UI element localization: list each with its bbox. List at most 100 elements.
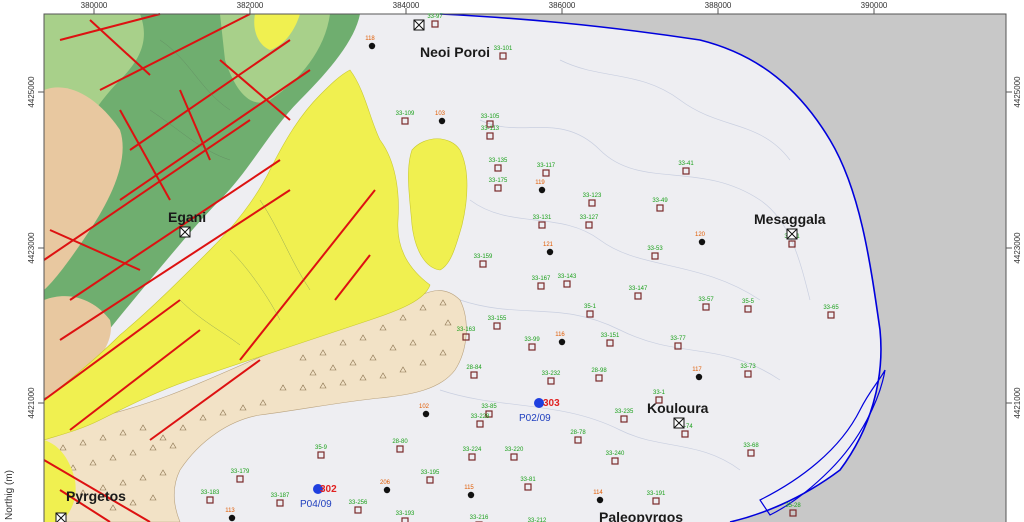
- well-label: 33-220: [505, 447, 524, 453]
- well-label: 33-147: [629, 286, 648, 292]
- borehole-marker[interactable]: [422, 410, 430, 418]
- well-label: 33-85: [481, 404, 497, 410]
- well-label: 33-195: [421, 470, 440, 476]
- y-axis-title: Northig (m): [4, 470, 15, 520]
- right-tick-label: 4425000: [1013, 76, 1022, 108]
- well-label: 33-131: [533, 215, 552, 221]
- borehole-label: 102: [419, 404, 430, 410]
- well-label: 33-187: [271, 493, 290, 499]
- borehole-label: 206: [380, 480, 391, 486]
- town-label: Paleopyrgos: [599, 509, 683, 522]
- well-label: 33-151: [601, 333, 620, 339]
- borehole-label: 114: [593, 490, 603, 496]
- top-tick-label: 384000: [393, 1, 420, 10]
- borehole-marker[interactable]: [558, 338, 566, 346]
- well-label: 33-155: [488, 316, 507, 322]
- well-label: 33-81: [520, 477, 536, 483]
- well-label: 28-80: [392, 439, 408, 445]
- well-label: 28-98: [591, 368, 607, 374]
- borehole-marker[interactable]: [596, 496, 604, 504]
- well-label: 33-228: [471, 414, 490, 420]
- well-label: 33-97: [427, 14, 443, 20]
- well-label: 33-41: [678, 161, 694, 167]
- town-label: Pyrgetos: [66, 488, 126, 504]
- borehole-marker[interactable]: [695, 373, 703, 381]
- well-label: 33-232: [542, 371, 561, 377]
- well-label: 33-109: [396, 111, 415, 117]
- well-label: 33-68: [743, 443, 759, 449]
- well-label: 33-105: [481, 114, 500, 120]
- borehole-label: 120: [695, 232, 706, 238]
- well-label: 33-65: [823, 305, 839, 311]
- well-label: 33-175: [489, 178, 508, 184]
- well-label: 33-143: [558, 274, 577, 280]
- borehole-marker[interactable]: [228, 514, 236, 522]
- top-tick-label: 386000: [549, 1, 576, 10]
- well-label: 33-117: [537, 163, 556, 169]
- well-label: 33-127: [580, 215, 599, 221]
- borehole-label: 113: [225, 508, 235, 514]
- left-tick-label: 4423000: [27, 232, 36, 264]
- geological-map: 380000 382000 384000 386000 388000 390000 4425…: [0, 0, 1024, 522]
- top-tick-label: 390000: [861, 1, 888, 10]
- well-label: 33-53: [647, 246, 663, 252]
- borehole-label: 117: [692, 367, 702, 373]
- well-label: 35-9: [315, 445, 328, 451]
- well-label: 33-73: [740, 364, 756, 370]
- well-label: 33-57: [698, 297, 714, 303]
- well-label: 33-212: [528, 518, 547, 522]
- borehole-marker[interactable]: [546, 248, 554, 256]
- well-label: 33-224: [463, 447, 482, 453]
- well-label: 33-216: [470, 515, 489, 521]
- well-label: 33-183: [201, 490, 220, 496]
- well-label: 33-49: [652, 198, 668, 204]
- top-tick-label: 388000: [705, 1, 732, 10]
- right-tick-label: 4421000: [1013, 387, 1022, 419]
- well-label: 35-28: [785, 503, 801, 509]
- borehole-marker[interactable]: [438, 117, 446, 125]
- well-label: 33-101: [494, 46, 513, 52]
- town-label: Egani: [168, 209, 206, 225]
- borehole-marker[interactable]: [383, 486, 391, 494]
- left-tick-label: 4425000: [27, 76, 36, 108]
- town-label: Kouloura: [647, 400, 709, 416]
- well-label: 33-159: [474, 254, 493, 260]
- borehole-label: 115: [464, 485, 474, 491]
- well-label: 35-5: [742, 299, 755, 305]
- well-label: 28-84: [466, 365, 482, 371]
- well-label: 33-256: [349, 500, 368, 506]
- borehole-marker[interactable]: [368, 42, 376, 50]
- piezometer-number: 303: [543, 398, 560, 409]
- piezometer-code: P04/09: [300, 499, 332, 510]
- borehole-marker[interactable]: [698, 238, 706, 246]
- well-label: 33-191: [647, 491, 666, 497]
- borehole-marker[interactable]: [538, 186, 546, 194]
- well-label: 33-240: [606, 451, 625, 457]
- left-tick-label: 4421000: [27, 387, 36, 419]
- well-label: 33-1: [653, 390, 666, 396]
- piezometer-number: 302: [320, 484, 337, 495]
- borehole-marker[interactable]: [467, 491, 475, 499]
- top-tick-label: 382000: [237, 1, 264, 10]
- well-label: 33-167: [532, 276, 551, 282]
- well-label: 33-99: [524, 337, 540, 343]
- piezometer-code: P02/09: [519, 413, 551, 424]
- well-label: 28-78: [570, 430, 586, 436]
- borehole-label: 116: [555, 332, 565, 338]
- well-label: 33-113: [481, 126, 500, 132]
- borehole-label: 118: [365, 36, 375, 42]
- well-label: 35-1: [584, 304, 597, 310]
- borehole-label: 121: [543, 242, 554, 248]
- well-label: 33-235: [615, 409, 634, 415]
- right-tick-label: 4423000: [1013, 232, 1022, 264]
- borehole-label: 119: [535, 180, 545, 186]
- top-tick-label: 380000: [81, 1, 108, 10]
- well-label: 33-77: [670, 336, 686, 342]
- well-label: 33-135: [489, 158, 508, 164]
- town-label: Mesaggala: [754, 211, 826, 227]
- well-label: 33-163: [457, 327, 476, 333]
- map-canvas: 380000 382000 384000 386000 388000 390000 4425…: [0, 0, 1024, 522]
- well-label: 33-123: [583, 193, 602, 199]
- town-label: Neoi Poroi: [420, 44, 490, 60]
- well-label: 33-179: [231, 469, 250, 475]
